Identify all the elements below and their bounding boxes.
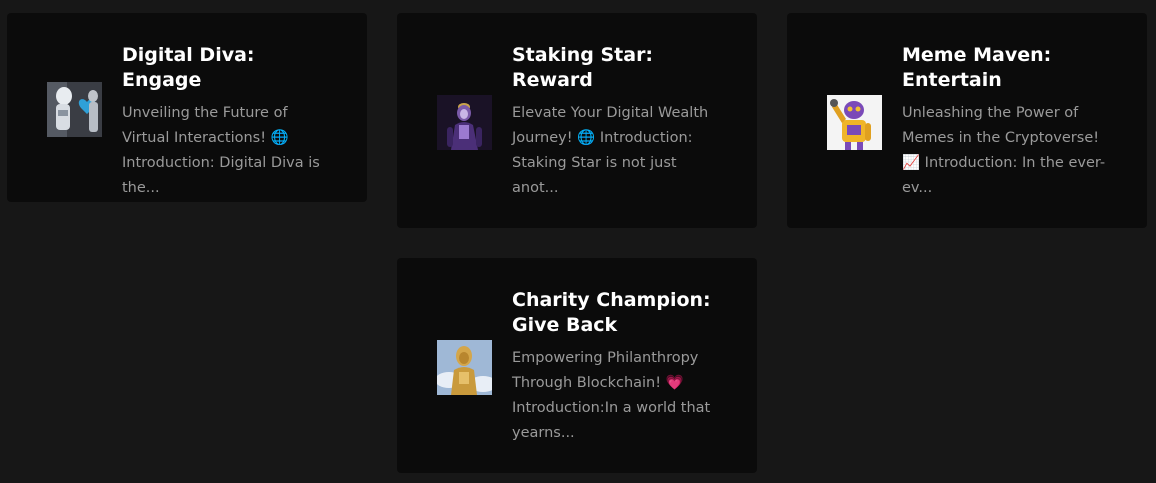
card-staking-star[interactable]: Staking Star: Reward Elevate Your Digita… — [397, 13, 757, 228]
card-title[interactable]: Meme Maven: Entertain — [902, 43, 1112, 93]
card-description: Unleashing the Power of Memes in the Cry… — [902, 105, 1106, 196]
yellow-robot-waving-image[interactable] — [827, 95, 882, 150]
card-title[interactable]: Charity Champion: Give Back — [512, 288, 722, 338]
card-description: Empowering Philanthropy Through Blockcha… — [512, 350, 711, 441]
purple-android-image[interactable] — [437, 95, 492, 150]
humanoid-robot-heart-image[interactable] — [47, 82, 102, 137]
card-title[interactable]: Digital Diva: Engage — [122, 43, 332, 93]
card-charity-champion[interactable]: Charity Champion: Give Back Empowering P… — [397, 258, 757, 473]
golden-robot-image[interactable] — [437, 340, 492, 395]
card-description: Elevate Your Digital Wealth Journey! 🌐 I… — [512, 105, 709, 196]
card-digital-diva[interactable]: Digital Diva: Engage Unveiling the Futur… — [7, 13, 367, 202]
card-description: Unveiling the Future of Virtual Interact… — [122, 105, 320, 196]
card-meme-maven[interactable]: Meme Maven: Entertain Unleashing the Pow… — [787, 13, 1147, 228]
card-title[interactable]: Staking Star: Reward — [512, 43, 722, 93]
